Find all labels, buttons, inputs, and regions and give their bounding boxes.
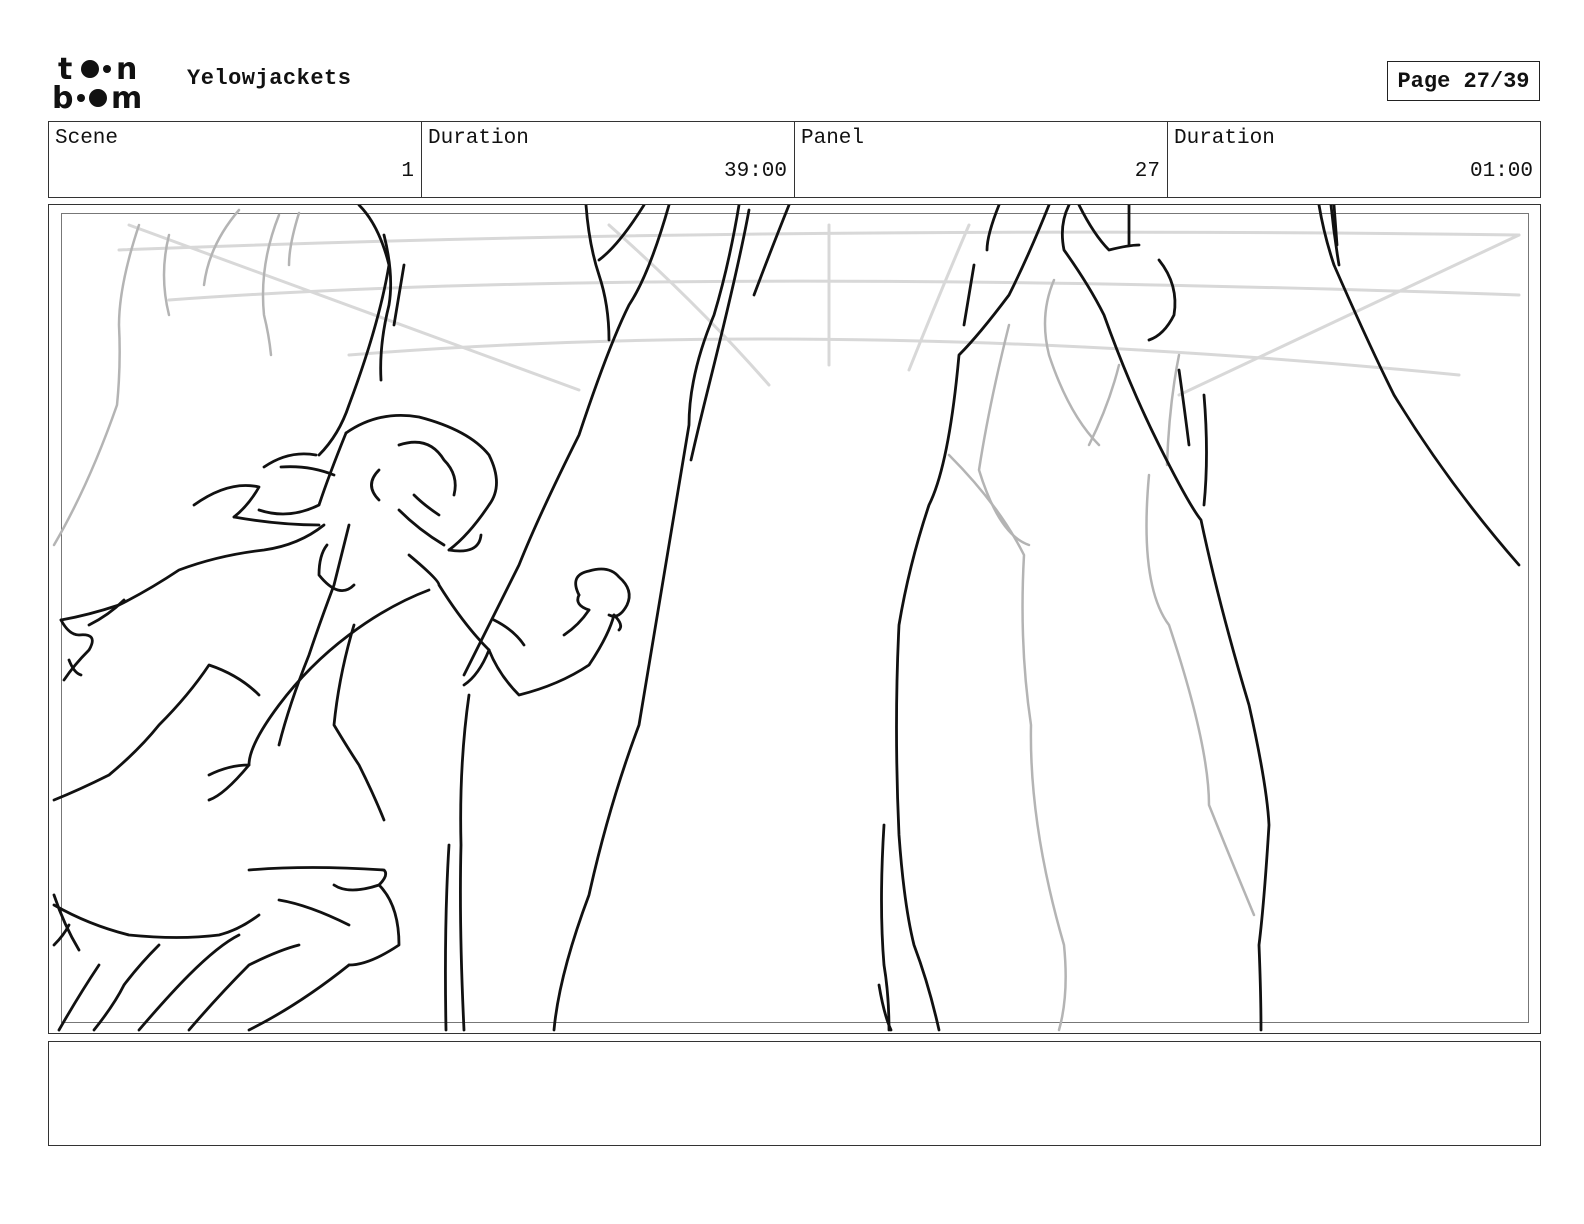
panel-notes-box [48,1041,1541,1146]
scene-duration-value: 39:00 [723,160,787,183]
panel-label: Panel [801,127,865,150]
scene-label: Scene [55,127,119,150]
storyboard-panel [48,204,1541,1034]
panel-info-row: Scene 1 Duration 39:00 Panel 27 Duration… [48,121,1541,198]
svg-text:m: m [111,81,142,110]
panel-cell: Panel 27 [795,122,1168,197]
svg-text:b: b [52,81,73,110]
toonboom-logo: t n b m [52,52,164,116]
scene-duration-cell: Duration 39:00 [422,122,795,197]
panel-sketch [52,205,1521,1032]
scene-cell: Scene 1 [49,122,422,197]
page-indicator: Page 27/39 [1387,61,1540,101]
panel-duration-cell: Duration 01:00 [1168,122,1540,197]
scene-duration-label: Duration [428,127,529,150]
panel-duration-value: 01:00 [1469,160,1533,183]
project-title: Yelowjackets [187,66,352,91]
panel-value: 27 [1134,160,1160,183]
panel-duration-label: Duration [1174,127,1275,150]
scene-value: 1 [401,160,414,183]
